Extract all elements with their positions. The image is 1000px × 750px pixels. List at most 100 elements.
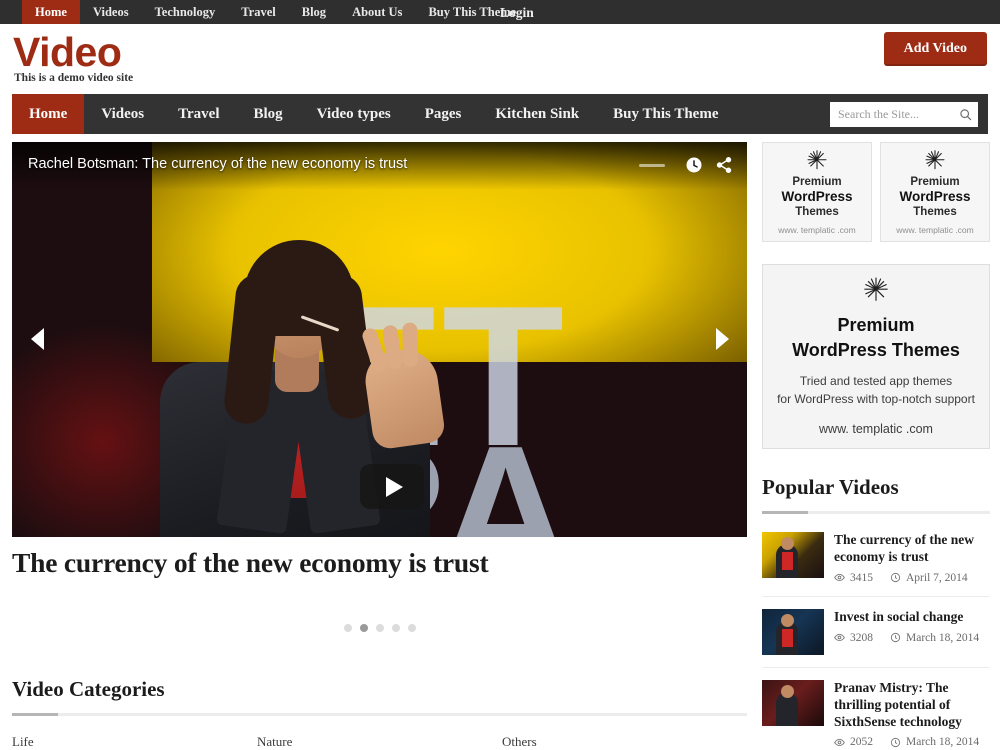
list-item[interactable]: Pranav Mistry: The thrilling potential o… — [762, 666, 990, 750]
category-heading[interactable]: Nature — [257, 734, 502, 750]
ad-line-2: WordPress — [899, 188, 971, 204]
slider-pagination — [12, 624, 747, 632]
search-icon[interactable] — [959, 108, 972, 121]
nav-item-travel[interactable]: Travel — [161, 94, 236, 134]
view-count: 2052 — [850, 736, 873, 749]
popular-video-stats: 3208 March 18, 2014 — [834, 632, 990, 644]
topbar-item-technology[interactable]: Technology — [142, 0, 229, 24]
clock-icon — [890, 573, 901, 583]
category-column-life: Life — [12, 734, 257, 750]
ad-large-url: www. templatic .com — [819, 422, 933, 436]
nav-item-label: Buy This Theme — [613, 105, 719, 122]
popular-video-meta: Pranav Mistry: The thrilling potential o… — [834, 680, 990, 749]
top-utility-nav: Home Videos Technology Travel Blog About… — [22, 0, 529, 24]
starburst-logo-icon — [864, 277, 888, 301]
popular-video-title[interactable]: Invest in social change — [834, 609, 990, 626]
eye-icon — [834, 633, 845, 642]
ad-large-heading-2: WordPress Themes — [792, 339, 960, 360]
topbar-item-label: Technology — [154, 5, 216, 19]
slider-prev-button[interactable] — [22, 322, 52, 356]
popular-video-title[interactable]: Pranav Mistry: The thrilling potential o… — [834, 680, 990, 731]
share-icon[interactable] — [715, 156, 733, 174]
play-button[interactable] — [360, 464, 424, 509]
nav-item-label: Video types — [316, 105, 391, 122]
ad-banner-large[interactable]: Premium WordPress Themes Tried and teste… — [762, 264, 990, 449]
nav-item-label: Home — [29, 105, 68, 122]
site-logo[interactable]: Video — [13, 32, 122, 73]
slider-dot-1[interactable] — [343, 624, 352, 632]
overlay-divider — [639, 163, 665, 167]
play-icon — [385, 476, 403, 497]
category-heading[interactable]: Others — [502, 734, 747, 750]
featured-video-slider[interactable]: E T R A — [12, 142, 747, 537]
topbar-item-about-us[interactable]: About Us — [339, 0, 415, 24]
top-utility-bar: Home Videos Technology Travel Blog About… — [0, 0, 1000, 24]
site-tagline: This is a demo video site — [14, 72, 134, 84]
nav-item-home[interactable]: Home — [12, 94, 85, 134]
nav-item-blog[interactable]: Blog — [236, 94, 299, 134]
search-box[interactable] — [830, 102, 978, 127]
video-overlay-actions — [639, 156, 733, 174]
starburst-logo-icon — [807, 150, 827, 170]
ad-line-3: Themes — [913, 206, 957, 219]
topbar-item-blog[interactable]: Blog — [289, 0, 339, 24]
list-item[interactable]: The currency of the new economy is trust… — [762, 528, 990, 596]
video-overlay-title[interactable]: Rachel Botsman: The currency of the new … — [28, 156, 407, 172]
search-input[interactable] — [838, 107, 959, 122]
popular-video-stats: 2052 March 18, 2014 — [834, 736, 990, 748]
slider-dot-2[interactable] — [359, 624, 368, 632]
category-column-others: Others — [502, 734, 747, 750]
view-count: 3415 — [850, 571, 873, 584]
video-thumbnail[interactable] — [762, 679, 824, 726]
slider-dot-5[interactable] — [407, 624, 416, 632]
topbar-item-home[interactable]: Home — [22, 0, 80, 24]
ad-url: www. templatic .com — [778, 225, 856, 235]
popular-video-meta: Invest in social change 3208 March 18, 2… — [834, 609, 990, 655]
video-categories-title: Video Categories — [12, 677, 165, 701]
topbar-item-videos[interactable]: Videos — [80, 0, 142, 24]
nav-item-kitchen-sink[interactable]: Kitchen Sink — [478, 94, 596, 134]
page-root: Home Videos Technology Travel Blog About… — [0, 0, 1000, 750]
topbar-item-label: Home — [35, 5, 67, 19]
header-band: Video This is a demo video site Add Vide… — [0, 24, 1000, 94]
ad-line-2: WordPress — [781, 188, 853, 204]
category-heading[interactable]: Life — [12, 734, 257, 750]
featured-video-caption[interactable]: The currency of the new economy is trust — [12, 547, 747, 579]
add-video-button[interactable]: Add Video — [883, 32, 987, 66]
topbar-item-label: Videos — [92, 5, 129, 19]
list-item[interactable]: Invest in social change 3208 March 18, 2… — [762, 595, 990, 667]
video-categories-columns: Life Nature Others — [12, 734, 747, 750]
section-divider — [762, 511, 990, 514]
nav-item-videos[interactable]: Videos — [84, 94, 161, 134]
sidebar: Premium WordPress Themes www. templatic … — [762, 142, 990, 750]
popular-video-meta: The currency of the new economy is trust… — [834, 532, 990, 584]
video-categories-section: Video Categories Life Nature Others — [12, 677, 747, 750]
slider-dot-3[interactable] — [375, 624, 384, 632]
topbar-item-travel[interactable]: Travel — [228, 0, 288, 24]
video-thumbnail[interactable] — [762, 608, 824, 655]
slider-dot-4[interactable] — [391, 624, 400, 632]
topbar-item-label: About Us — [352, 5, 403, 19]
prev-arrow-icon — [30, 328, 44, 350]
nav-item-label: Travel — [178, 105, 220, 122]
ad-url: www. templatic .com — [896, 225, 974, 235]
nav-item-label: Videos — [101, 105, 145, 122]
watch-later-clock-icon[interactable] — [685, 156, 703, 174]
slider-next-button[interactable] — [707, 322, 737, 356]
category-column-nature: Nature — [257, 734, 502, 750]
login-link[interactable]: Login — [500, 5, 534, 21]
popular-videos-title: Popular Videos — [762, 475, 899, 499]
ad-banner-small-2[interactable]: Premium WordPress Themes www. templatic … — [880, 142, 990, 242]
nav-item-video-types[interactable]: Video types — [300, 94, 408, 134]
popular-video-title[interactable]: The currency of the new economy is trust — [834, 532, 990, 566]
eye-icon — [834, 574, 845, 582]
ad-large-body-1: Tried and tested app themes — [799, 374, 953, 388]
nav-item-buy-this-theme[interactable]: Buy This Theme — [596, 94, 735, 134]
popular-video-stats: 3415 April 7, 2014 — [834, 572, 990, 584]
nav-item-pages[interactable]: Pages — [408, 94, 479, 134]
ad-banner-small-1[interactable]: Premium WordPress Themes www. templatic … — [762, 142, 872, 242]
ad-large-heading-1: Premium — [837, 315, 915, 336]
video-thumbnail[interactable] — [762, 532, 824, 578]
ad-line-1: Premium — [792, 175, 842, 188]
popular-videos-widget: Popular Videos The currency of the new e… — [762, 475, 990, 750]
